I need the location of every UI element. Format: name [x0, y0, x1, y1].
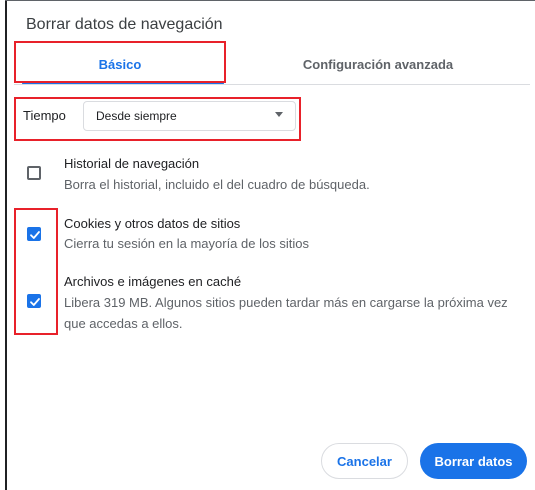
highlight-box-checkboxes	[14, 208, 58, 335]
cache-description-line1: Libera 319 MB. Algunos sitios pueden tar…	[64, 295, 508, 310]
cache-description-line2: que accedas a ellos.	[64, 316, 183, 331]
checkbox-history[interactable]	[27, 166, 41, 180]
highlight-box-time	[14, 97, 301, 141]
tabs-divider	[14, 84, 530, 85]
history-description: Borra el historial, incluido el del cuad…	[64, 177, 370, 192]
cache-title: Archivos e imágenes en caché	[64, 274, 242, 289]
cookies-title: Cookies y otros datos de sitios	[64, 216, 241, 231]
window-left-border	[5, 0, 7, 490]
window-top-border	[5, 0, 535, 1]
history-title: Historial de navegación	[64, 156, 200, 171]
cookies-description: Cierra tu sesión en la mayoría de los si…	[64, 236, 309, 251]
cancel-button[interactable]: Cancelar	[321, 443, 408, 479]
clear-data-button[interactable]: Borrar datos	[420, 443, 527, 479]
tab-advanced[interactable]: Configuración avanzada	[226, 44, 530, 84]
highlight-box-tab	[14, 41, 226, 83]
dialog-title: Borrar datos de navegación	[26, 16, 223, 33]
